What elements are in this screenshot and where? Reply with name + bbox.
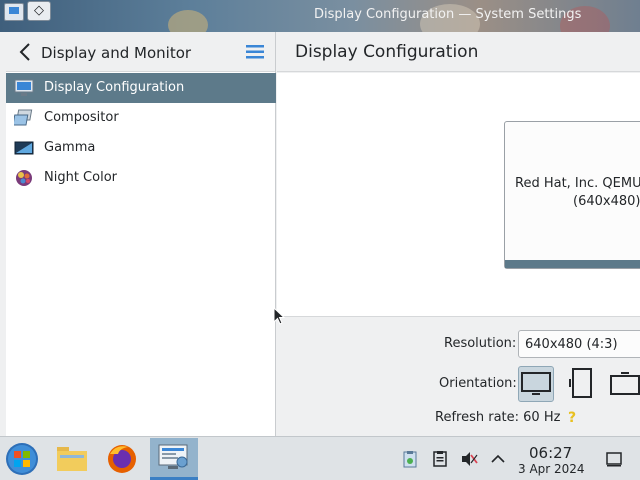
sidebar-item-night-color[interactable]: Night Color bbox=[6, 163, 276, 193]
taskbar-firefox[interactable] bbox=[98, 438, 146, 480]
orientation-portrait-button[interactable] bbox=[564, 366, 600, 402]
upside-down-monitor-icon bbox=[610, 372, 640, 395]
monitor-tile-footer bbox=[505, 260, 640, 268]
chevron-up-icon[interactable] bbox=[489, 450, 507, 468]
taskbar-system-settings[interactable] bbox=[150, 438, 198, 480]
window-title: Display Configuration — System Settings bbox=[314, 7, 582, 22]
window-titlebar[interactable]: ◇ Display Configuration — System Setting… bbox=[0, 0, 640, 32]
system-settings-window: Display and Monitor Display Configuratio… bbox=[0, 32, 640, 436]
show-desktop-icon[interactable] bbox=[605, 450, 623, 468]
sidebar-item-label: Compositor bbox=[44, 110, 119, 125]
clipboard-tray-icon[interactable] bbox=[401, 450, 419, 468]
monitor-icon bbox=[14, 79, 34, 96]
volume-muted-icon[interactable] bbox=[460, 450, 478, 468]
sidebar-item-label: Gamma bbox=[44, 140, 96, 155]
monitor-name: Red Hat, Inc. QEMU M bbox=[515, 176, 640, 191]
main-header: Display Configuration bbox=[277, 32, 640, 72]
orientation-landscape-button[interactable] bbox=[518, 366, 554, 402]
main-content: Display Configuration Red Hat, Inc. QEMU… bbox=[277, 32, 640, 436]
folder-icon bbox=[57, 447, 87, 471]
sidebar-item-compositor[interactable]: Compositor bbox=[6, 103, 276, 133]
gamma-icon bbox=[14, 141, 34, 155]
start-orb-icon bbox=[6, 443, 38, 475]
notes-tray-icon[interactable] bbox=[431, 450, 449, 468]
back-arrow-icon[interactable] bbox=[18, 42, 32, 62]
svg-text:?: ? bbox=[568, 410, 576, 425]
night-color-icon bbox=[16, 170, 32, 186]
output-settings-panel: Resolution: 640x480 (4:3) Orientation: R… bbox=[277, 318, 640, 436]
portrait-monitor-icon bbox=[569, 368, 592, 398]
monitor-resolution: (640x480) bbox=[573, 194, 640, 209]
keep-above-button[interactable]: ◇ bbox=[27, 1, 51, 21]
firefox-icon bbox=[108, 445, 136, 473]
landscape-monitor-icon bbox=[521, 372, 551, 395]
start-menu-button[interactable] bbox=[0, 438, 48, 480]
system-settings-icon bbox=[158, 444, 188, 469]
sidebar-header: Display and Monitor bbox=[6, 32, 275, 72]
resolution-combobox-value: 640x480 (4:3) bbox=[525, 337, 618, 352]
clock-date[interactable]: 3 Apr 2024 bbox=[518, 462, 585, 476]
sidebar-item-gamma[interactable]: Gamma bbox=[6, 133, 276, 163]
sidebar-item-label: Night Color bbox=[44, 170, 117, 185]
window-app-icon[interactable] bbox=[4, 3, 24, 21]
mouse-cursor-icon bbox=[273, 307, 285, 325]
resolution-label: Resolution: bbox=[444, 336, 517, 351]
page-title: Display Configuration bbox=[295, 42, 479, 62]
sidebar-item-display-configuration[interactable]: Display Configuration bbox=[6, 73, 276, 103]
sidebar: Display and Monitor Display Configuratio… bbox=[6, 32, 276, 436]
taskbar-file-manager[interactable] bbox=[48, 438, 96, 480]
sidebar-item-label: Display Configuration bbox=[44, 80, 185, 95]
compositor-icon bbox=[14, 109, 33, 126]
refresh-rate-label: Refresh rate: 60 Hz bbox=[435, 410, 561, 425]
display-arrangement-area: Red Hat, Inc. QEMU M (640x480) bbox=[277, 73, 640, 317]
monitor-output-tile[interactable]: Red Hat, Inc. QEMU M (640x480) bbox=[504, 121, 640, 269]
orientation-label: Orientation: bbox=[439, 376, 517, 391]
help-bulb-icon[interactable]: ? bbox=[566, 409, 580, 425]
hamburger-menu-icon[interactable] bbox=[246, 44, 264, 60]
sidebar-title: Display and Monitor bbox=[41, 44, 192, 62]
orientation-upside-down-button[interactable] bbox=[608, 366, 640, 402]
taskbar: 06:27 3 Apr 2024 bbox=[0, 436, 640, 480]
clock-time[interactable]: 06:27 bbox=[529, 444, 572, 462]
resolution-combobox[interactable]: 640x480 (4:3) bbox=[518, 330, 640, 358]
